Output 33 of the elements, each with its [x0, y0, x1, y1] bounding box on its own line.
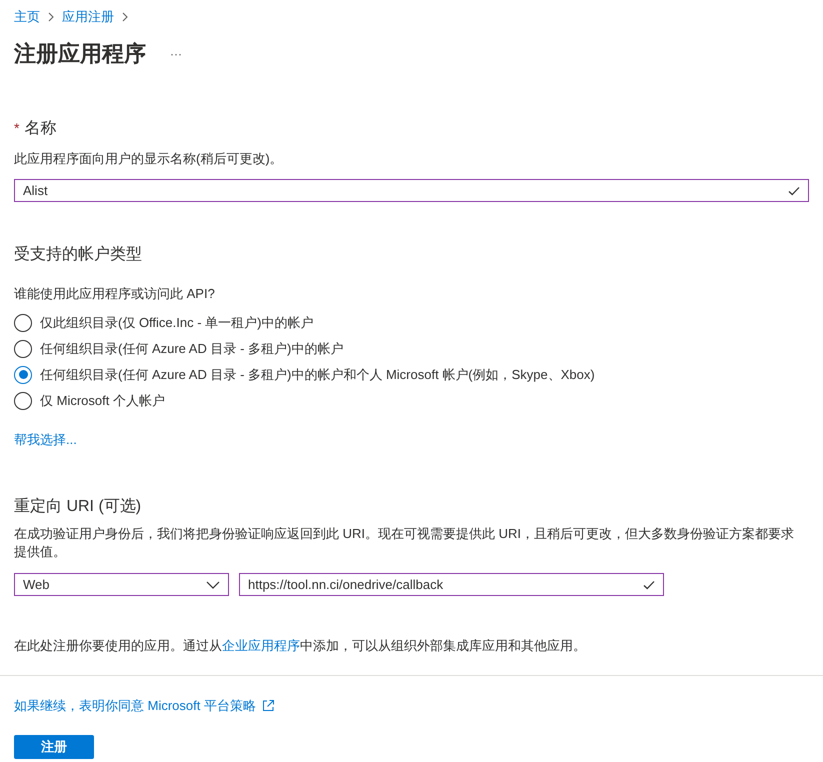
- external-link-icon: [262, 698, 275, 712]
- section-heading: 重定向 URI (可选): [14, 496, 142, 517]
- radio-button[interactable]: [14, 392, 32, 410]
- radio-label: 仅此组织目录(仅 Office.Inc - 单一租户)中的帐户: [40, 314, 314, 332]
- radio-label: 任何组织目录(任何 Azure AD 目录 - 多租户)中的帐户和个人 Microsoft 帐户(例如，Skype、Xbox): [40, 366, 595, 384]
- field-label: 名称: [24, 118, 56, 138]
- info-text: 在此处注册你要使用的应用。通过从企业应用程序中添加，可以从组织外部集成库应用和其他应用。: [14, 637, 587, 655]
- more-button[interactable]: ···: [170, 44, 182, 62]
- breadcrumb-link[interactable]: 主页: [14, 7, 40, 26]
- section-heading: 受支持的帐户类型: [14, 244, 143, 265]
- field-description: 此应用程序面向用户的显示名称(稍后可更改)。: [14, 150, 284, 168]
- enterprise-apps-link[interactable]: 企业应用程序: [222, 638, 300, 653]
- question-text: 谁能使用此应用程序或访问此 API?: [14, 285, 216, 303]
- uri-input-field[interactable]: https://tool.nn.ci/onedrive/callback: [239, 573, 664, 596]
- breadcrumb-link[interactable]: 应用注册: [62, 7, 114, 26]
- chevron-right-icon: [48, 12, 54, 22]
- name-input-field[interactable]: Alist: [14, 179, 809, 202]
- check-icon: [643, 580, 655, 590]
- radio-label: 仅 Microsoft 个人帐户: [40, 392, 165, 410]
- required-mark: *: [14, 118, 20, 138]
- check-icon: [788, 186, 800, 196]
- policy-link[interactable]: 如果继续，表明你同意 Microsoft 平台策略: [14, 696, 275, 715]
- help-link[interactable]: 帮我选择...: [14, 430, 77, 449]
- section-description: 在成功验证用户身份后，我们将把身份验证响应返回到此 URI。现在可视需要提供此 URI，且稍后可更改，但大多数身份验证方案都要求提供值。: [14, 525, 795, 561]
- radio-label: 任何组织目录(任何 Azure AD 目录 - 多租户)中的帐户: [40, 340, 344, 358]
- chevron-right-icon: [122, 12, 128, 22]
- page-title: 注册应用程序: [14, 40, 146, 68]
- radio-button[interactable]: [14, 340, 32, 358]
- radio-button[interactable]: [14, 366, 32, 384]
- chevron-down-icon: [206, 580, 220, 588]
- register-button[interactable]: 注册: [14, 735, 94, 759]
- platform-dropdown[interactable]: Web: [14, 573, 229, 596]
- radio-button[interactable]: [14, 314, 32, 332]
